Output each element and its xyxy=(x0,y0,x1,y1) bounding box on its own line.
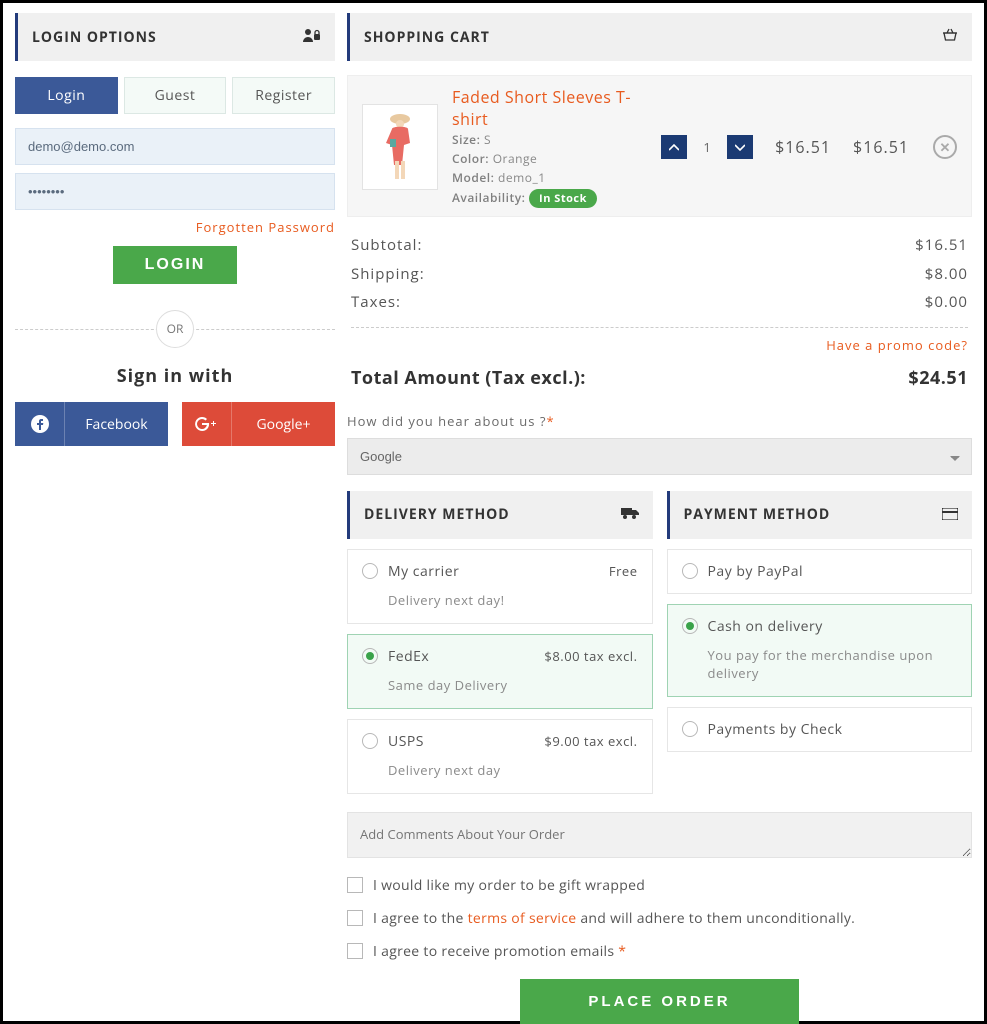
credit-card-icon xyxy=(942,505,958,525)
delivery-desc: Same day Delivery xyxy=(388,676,638,694)
grand-total-label: Total Amount (Tax excl.): xyxy=(351,366,586,390)
payment-method-title: PAYMENT METHOD xyxy=(684,505,831,524)
radio-icon xyxy=(362,733,378,749)
promo-emails-checkbox[interactable] xyxy=(347,943,363,959)
tos-checkbox[interactable] xyxy=(347,910,363,926)
delivery-name: My carrier xyxy=(388,562,459,581)
radio-icon xyxy=(362,648,378,664)
radio-icon xyxy=(682,618,698,634)
payment-desc: You pay for the merchandise upon deliver… xyxy=(708,646,958,682)
color-label: Color: xyxy=(452,150,489,167)
order-comments-textarea[interactable] xyxy=(347,812,972,858)
delivery-option-fedex[interactable]: FedEx $8.00 tax excl. Same day Delivery xyxy=(347,634,653,709)
payment-name: Payments by Check xyxy=(708,720,843,739)
required-asterisk: * xyxy=(618,942,626,961)
google-plus-icon xyxy=(182,402,232,446)
delivery-cost: $9.00 tax excl. xyxy=(544,732,637,750)
sign-in-with-label: Sign in with xyxy=(15,364,335,388)
user-lock-icon xyxy=(303,27,321,47)
shopping-cart-title: SHOPPING CART xyxy=(364,28,490,47)
required-asterisk: * xyxy=(546,412,553,430)
basket-icon xyxy=(942,27,958,47)
gift-wrap-checkbox[interactable] xyxy=(347,877,363,893)
login-tabs: Login Guest Register xyxy=(15,77,335,114)
tab-guest[interactable]: Guest xyxy=(124,77,227,114)
delivery-desc: Delivery next day xyxy=(388,761,638,779)
taxes-label: Taxes: xyxy=(351,288,401,317)
truck-icon xyxy=(621,505,639,525)
qty-down-button[interactable] xyxy=(727,135,753,159)
google-login-button[interactable]: Google+ xyxy=(182,402,335,446)
hear-about-us-label: How did you hear about us ? xyxy=(347,412,546,430)
delivery-method-header: DELIVERY METHOD xyxy=(347,491,653,539)
login-button[interactable]: LOGIN xyxy=(113,246,238,284)
shipping-label: Shipping: xyxy=(351,260,425,289)
payment-option-cod[interactable]: Cash on delivery You pay for the merchan… xyxy=(667,604,973,697)
model-label: Model: xyxy=(452,169,494,186)
delivery-cost: $8.00 tax excl. xyxy=(544,647,637,665)
tos-label: I agree to the terms of service and will… xyxy=(373,909,855,928)
totals-divider xyxy=(351,327,968,328)
product-name[interactable]: Faded Short Sleeves T-shirt xyxy=(452,86,647,130)
tos-link[interactable]: terms of service xyxy=(468,909,577,928)
gift-wrap-label: I would like my order to be gift wrapped xyxy=(373,876,645,895)
delivery-cost: Free xyxy=(609,562,638,580)
delivery-name: USPS xyxy=(388,732,424,751)
subtotal-value: $16.51 xyxy=(915,231,968,260)
shopping-cart-header: SHOPPING CART xyxy=(347,13,972,61)
grand-total-value: $24.51 xyxy=(908,366,968,390)
email-field[interactable] xyxy=(15,128,335,165)
place-order-button[interactable]: PLACE ORDER xyxy=(520,979,798,1024)
delivery-option-my-carrier[interactable]: My carrier Free Delivery next day! xyxy=(347,549,653,624)
radio-icon xyxy=(682,721,698,737)
promo-code-link[interactable]: Have a promo code? xyxy=(351,336,968,354)
facebook-login-button[interactable]: Facebook xyxy=(15,402,168,446)
qty-up-button[interactable] xyxy=(661,135,687,159)
facebook-icon xyxy=(15,402,65,446)
login-options-header: LOGIN OPTIONS xyxy=(15,13,335,61)
payment-name: Cash on delivery xyxy=(708,617,823,636)
model-value: demo_1 xyxy=(498,169,546,186)
product-thumbnail[interactable] xyxy=(362,104,438,190)
cart-item: Faded Short Sleeves T-shirt Size: S Colo… xyxy=(347,75,972,217)
delivery-desc: Delivery next day! xyxy=(388,591,638,609)
payment-option-paypal[interactable]: Pay by PayPal xyxy=(667,549,973,594)
size-label: Size: xyxy=(452,131,480,148)
taxes-value: $0.00 xyxy=(925,288,968,317)
promo-emails-label: I agree to receive promotion emails * xyxy=(373,942,626,961)
unit-price: $16.51 xyxy=(775,136,831,158)
or-divider: OR xyxy=(15,310,335,348)
tab-register[interactable]: Register xyxy=(232,77,335,114)
delivery-name: FedEx xyxy=(388,647,429,666)
line-total: $16.51 xyxy=(853,136,909,158)
google-label: Google+ xyxy=(232,415,335,434)
facebook-label: Facebook xyxy=(65,415,168,434)
qty-value: 1 xyxy=(687,138,727,156)
or-label: OR xyxy=(156,310,194,348)
delivery-option-usps[interactable]: USPS $9.00 tax excl. Delivery next day xyxy=(347,719,653,794)
subtotal-label: Subtotal: xyxy=(351,231,422,260)
payment-method-header: PAYMENT METHOD xyxy=(667,491,973,539)
remove-item-button[interactable]: ✕ xyxy=(933,135,957,159)
password-field[interactable] xyxy=(15,173,335,210)
color-value: Orange xyxy=(493,150,538,167)
radio-icon xyxy=(682,563,698,579)
payment-option-check[interactable]: Payments by Check xyxy=(667,707,973,752)
shipping-value: $8.00 xyxy=(925,260,968,289)
stock-badge: In Stock xyxy=(529,189,597,209)
delivery-method-title: DELIVERY METHOD xyxy=(364,505,510,524)
forgotten-password-link[interactable]: Forgotten Password xyxy=(15,218,335,236)
availability-label: Availability: xyxy=(452,189,525,206)
hear-about-us-select[interactable]: Google xyxy=(347,438,972,475)
tab-login[interactable]: Login xyxy=(15,77,118,114)
size-value: S xyxy=(484,131,491,148)
payment-name: Pay by PayPal xyxy=(708,562,804,581)
radio-icon xyxy=(362,563,378,579)
login-options-title: LOGIN OPTIONS xyxy=(32,28,157,47)
